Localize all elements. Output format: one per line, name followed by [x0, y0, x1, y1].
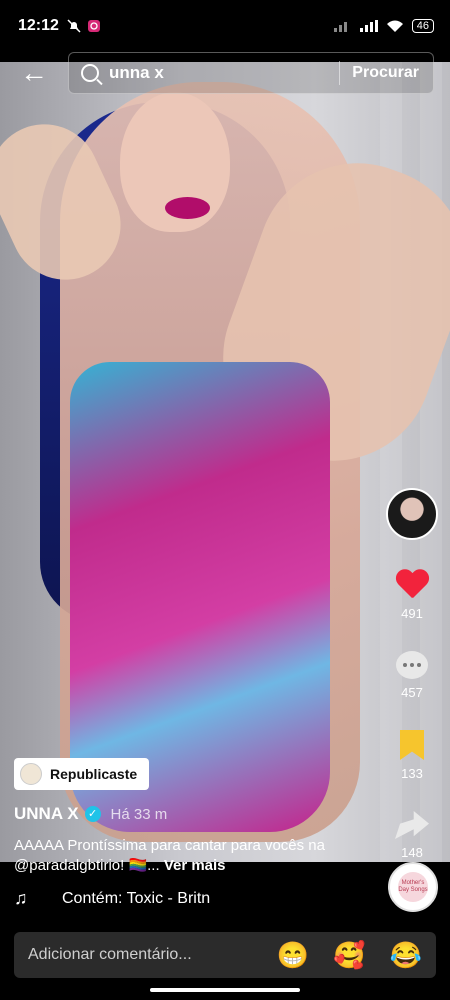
- comment-button[interactable]: 457: [396, 651, 428, 700]
- share-count: 148: [401, 845, 423, 860]
- instagram-icon: [87, 20, 100, 32]
- search-icon: [81, 64, 99, 82]
- back-arrow-icon[interactable]: ←: [20, 58, 50, 88]
- mute-bell-icon: [67, 19, 81, 33]
- repost-badge[interactable]: Republicaste: [14, 758, 150, 790]
- sound-name: Contém: Toxic - Britn: [62, 889, 211, 907]
- video-caption[interactable]: AAAAA Prontíssima para cantar para vocês…: [14, 836, 354, 876]
- wifi-icon: [386, 20, 403, 32]
- share-button[interactable]: 148: [395, 811, 429, 860]
- see-more-link[interactable]: Ver mais: [164, 857, 226, 874]
- status-bar: 12:12 46: [0, 0, 450, 52]
- verified-check-icon: ✓: [84, 806, 101, 822]
- status-icons: [67, 19, 101, 33]
- status-time: 12:12: [18, 17, 59, 34]
- search-bar[interactable]: unna x Procurar: [68, 52, 434, 94]
- comment-input[interactable]: Adicionar comentário...: [28, 946, 192, 964]
- save-button[interactable]: 133: [400, 730, 424, 781]
- comment-input-bar[interactable]: Adicionar comentário... 😁 🥰 😂: [14, 932, 436, 978]
- video-subject-lips: [165, 197, 210, 219]
- like-count: 491: [401, 606, 423, 621]
- post-time: Há 33 m: [110, 805, 168, 823]
- heart-icon: [395, 570, 429, 600]
- sound-row[interactable]: ♫ Contém: Toxic - Britn: [14, 888, 210, 909]
- signal-icon: [333, 22, 347, 32]
- comment-count: 457: [401, 685, 423, 700]
- search-input[interactable]: unna x: [109, 63, 164, 83]
- music-disc[interactable]: Mother's Day Songs: [388, 862, 438, 912]
- action-rail: 491 457 133 148: [386, 488, 438, 860]
- video-player[interactable]: [0, 62, 450, 862]
- music-note-icon: ♫: [14, 888, 28, 908]
- signal-icon: [359, 20, 378, 32]
- grin-emoji-button[interactable]: 😁: [277, 940, 309, 971]
- repost-avatar-icon: [20, 763, 42, 785]
- comment-bubble-icon: [396, 651, 428, 679]
- save-count: 133: [401, 766, 423, 781]
- search-button[interactable]: Procurar: [352, 64, 419, 82]
- search-divider: [339, 61, 341, 85]
- author-name[interactable]: UNNA X: [14, 804, 79, 824]
- avatar[interactable]: [386, 488, 438, 540]
- music-disc-label: Mother's Day Songs: [398, 872, 428, 902]
- share-arrow-icon: [395, 811, 429, 839]
- repost-label: Republicaste: [50, 766, 138, 782]
- bookmark-icon: [400, 730, 424, 760]
- quick-emojis: 😁 🥰 😂: [277, 940, 422, 971]
- battery-level: 46: [411, 19, 434, 33]
- laugh-emoji-button[interactable]: 😂: [390, 940, 422, 971]
- status-right: 46: [333, 19, 434, 33]
- home-indicator: [150, 988, 300, 992]
- author-row: UNNA X ✓ Há 33 m: [14, 804, 167, 824]
- like-button[interactable]: 491: [395, 570, 429, 621]
- hearts-emoji-button[interactable]: 🥰: [333, 940, 365, 971]
